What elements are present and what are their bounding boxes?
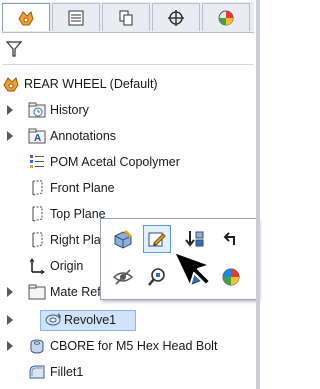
rollback-icon	[185, 231, 204, 247]
tree-item-history[interactable]: History	[0, 98, 256, 122]
tab-display-manager[interactable]	[202, 3, 250, 31]
part-icon	[3, 77, 19, 92]
hole-wizard-icon	[30, 339, 44, 354]
material-icon	[30, 155, 44, 168]
history-folder-icon	[28, 102, 46, 118]
hide-button[interactable]	[109, 263, 137, 291]
feature-manager-panel: REAR WHEEL (Default) History A Annotatio…	[0, 0, 260, 389]
annotations-icon: A	[28, 128, 46, 144]
edit-feature-icon	[114, 229, 133, 249]
manager-tab-bar	[2, 2, 254, 33]
expand-arrow-icon[interactable]	[7, 287, 13, 297]
plane-icon	[32, 180, 43, 196]
tree-item-cbore[interactable]: CBORE for M5 Hex Head Bolt	[0, 334, 256, 358]
appearance-button[interactable]	[217, 263, 245, 291]
origin-icon	[29, 258, 45, 275]
parent-child-button[interactable]	[217, 225, 245, 253]
expand-arrow-icon[interactable]	[7, 131, 13, 141]
tree-item-label: CBORE for M5 Hex Head Bolt	[50, 339, 218, 353]
tree-item-revolve1[interactable]: Revolve1	[0, 308, 256, 332]
parent-child-icon	[223, 232, 235, 245]
mouse-pointer-icon	[173, 251, 211, 287]
feature-manager-icon	[18, 10, 34, 25]
expand-arrow-icon[interactable]	[7, 315, 13, 325]
panel-border	[256, 0, 260, 389]
tree-item-fillet1[interactable]: Fillet1	[0, 360, 256, 384]
plane-icon	[32, 206, 43, 222]
plane-icon	[32, 232, 43, 248]
configuration-manager-icon	[119, 10, 133, 25]
edit-feature-button[interactable]	[109, 225, 137, 253]
filter-button[interactable]	[2, 38, 26, 60]
hide-icon	[112, 269, 134, 285]
property-manager-icon	[68, 10, 84, 25]
tree-item-label: Annotations	[50, 129, 117, 143]
fillet-icon	[29, 365, 45, 379]
zoom-to-selection-icon	[148, 268, 165, 286]
tree-item-annotations[interactable]: A Annotations	[0, 124, 256, 148]
tree-item-label: Origin	[50, 259, 84, 273]
tree-root[interactable]: REAR WHEEL (Default)	[0, 72, 256, 96]
tree-item-front-plane[interactable]: Front Plane	[0, 176, 256, 200]
edit-sketch-icon	[148, 232, 166, 247]
appearance-icon	[222, 268, 240, 286]
tab-configuration-manager[interactable]	[102, 3, 150, 31]
tree-item-label: Revolve1	[64, 313, 117, 327]
separator	[2, 64, 254, 65]
tree-item-label: History	[50, 103, 89, 117]
tree-root-label: REAR WHEEL (Default)	[24, 77, 158, 91]
tree-item-material[interactable]: POM Acetal Copolymer	[0, 150, 256, 174]
tree-item-label: Fillet1	[50, 365, 84, 379]
expand-arrow-icon[interactable]	[7, 341, 13, 351]
dimxpert-icon	[168, 9, 184, 26]
zoom-to-selection-button[interactable]	[143, 263, 171, 291]
tree-item-label: POM Acetal Copolymer	[50, 155, 180, 169]
tab-feature-manager[interactable]	[2, 3, 50, 31]
tree-item-label: Top Plane	[50, 207, 106, 221]
display-manager-icon	[218, 10, 234, 25]
revolve-feature-icon	[45, 313, 61, 326]
mate-references-folder-icon	[28, 284, 46, 300]
filter-icon	[5, 41, 23, 57]
svg-text:A: A	[34, 133, 41, 144]
tree-item-label: Front Plane	[50, 181, 115, 195]
tab-property-manager[interactable]	[52, 3, 100, 31]
edit-sketch-button[interactable]	[143, 225, 171, 253]
tab-dimxpert-manager[interactable]	[152, 3, 200, 31]
expand-arrow-icon[interactable]	[7, 105, 13, 115]
